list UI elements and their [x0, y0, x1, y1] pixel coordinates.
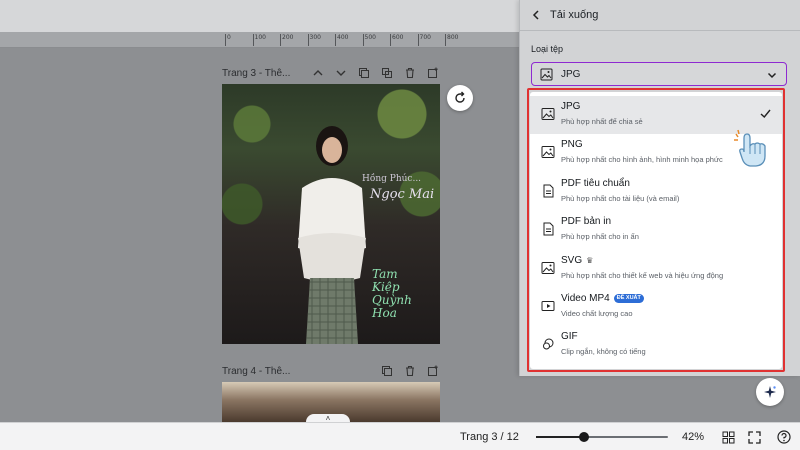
ruler-tick: 700 — [417, 34, 431, 46]
document-icon — [543, 184, 554, 198]
page-3-label[interactable]: Trang 3 - Thê... — [222, 68, 290, 79]
page-4-label[interactable]: Trang 4 - Thê... — [222, 366, 290, 377]
file-type-option-svg[interactable]: SVG ♛ Phù hợp nhất cho thiết kế web và hiệ… — [530, 250, 782, 288]
file-type-option-pdf-tiêu-chuẩn[interactable]: PDF tiêu chuẩn Phù hợp nhất cho tài liệu … — [530, 173, 782, 211]
download-panel-title: Tải xuống — [550, 9, 599, 21]
file-type-option-name: PDF bản in — [561, 216, 612, 228]
file-type-option-description: Phù hợp nhất để chia sẻ — [561, 117, 643, 126]
file-type-option-description: Phù hợp nhất cho hình ảnh, hình minh họa… — [561, 155, 723, 165]
portrait-photo — [298, 126, 366, 344]
refresh-icon — [455, 91, 465, 103]
pointing-hand-cursor-icon — [734, 129, 766, 167]
image-icon — [540, 68, 553, 81]
ruler-tick: 300 — [307, 34, 321, 46]
video-icon — [541, 301, 555, 311]
recommended-badge: ĐỀ XUẤT — [613, 294, 644, 303]
duplicate-icon[interactable] — [357, 66, 371, 80]
sparkle-icon — [764, 386, 776, 398]
file-type-option-description: Video chất lượng cao — [561, 309, 633, 318]
document-icon — [543, 222, 554, 236]
magic-assistant-button[interactable] — [756, 378, 784, 406]
duplicate-icon[interactable] — [380, 364, 394, 378]
file-type-option-gif[interactable]: GIF Clip ngắn, không có tiếng — [530, 326, 782, 364]
panel-divider — [520, 30, 800, 31]
ruler-tick: 100 — [252, 34, 266, 46]
file-type-option-title: PDF tiêu chuẩn — [561, 178, 630, 189]
rotate-button[interactable] — [447, 85, 473, 111]
artwork-caption-1: Hồng Phúc... — [362, 174, 422, 184]
zoom-slider[interactable] — [536, 432, 668, 442]
chevron-down-icon — [767, 72, 777, 79]
file-type-option-name: JPG — [561, 101, 581, 112]
page-4-header: Trang 4 - Thê... — [222, 362, 444, 380]
download-panel-header: Tải xuống — [520, 0, 800, 30]
ruler-tick: 600 — [389, 34, 404, 46]
file-type-option-title: JPG — [561, 101, 580, 112]
fullscreen-icon[interactable] — [746, 429, 762, 445]
zoom-level[interactable]: 42% — [682, 431, 704, 443]
zoom-slider-fill — [536, 436, 584, 438]
file-type-option-title: PNG — [561, 139, 583, 150]
page-indicator[interactable]: Trang 3 / 12 — [460, 431, 519, 443]
file-type-option-title: SVG ♛ — [561, 255, 593, 266]
ruler-tick: 0 — [225, 34, 231, 46]
back-arrow-icon[interactable] — [528, 7, 544, 23]
checkmark-icon — [760, 109, 771, 119]
file-type-option-name: Video MP4 — [561, 293, 610, 304]
chevron-down-icon[interactable] — [334, 66, 348, 80]
file-type-option-name: PDF tiêu chuẩn — [561, 177, 630, 189]
file-type-option-title: Video MP4 ĐỀ XUẤT — [561, 293, 644, 304]
trash-icon[interactable] — [403, 364, 417, 378]
file-type-option-title: PDF bản in — [561, 216, 611, 227]
crown-icon: ♛ — [586, 255, 594, 265]
file-type-option-description: Phù hợp nhất cho in ấn — [561, 232, 639, 242]
artwork-caption-3: Tam Kiệp Quỳnh Hoa — [372, 267, 412, 320]
file-type-option-description: Phù hợp nhất cho tài liệu (và email) — [561, 193, 680, 203]
image-icon — [541, 108, 555, 120]
file-type-option-name: PNG — [561, 139, 583, 151]
file-type-option-pdf-bản-in[interactable]: PDF bản in Phù hợp nhất cho in ấn — [530, 211, 782, 249]
ruler-tick: 500 — [362, 34, 376, 46]
image-icon — [541, 261, 555, 274]
trash-icon[interactable] — [403, 66, 417, 80]
chevron-up-icon[interactable] — [311, 66, 325, 80]
grid-view-icon[interactable] — [720, 429, 736, 445]
help-icon[interactable] — [776, 429, 792, 445]
ruler-tick: 800 — [444, 34, 459, 46]
file-type-selected-value: JPG — [561, 69, 581, 80]
file-type-select[interactable]: JPG — [531, 62, 787, 86]
ruler-tick: 400 — [334, 34, 349, 46]
add-page-icon[interactable] — [426, 66, 440, 80]
page-3-thumbnail[interactable]: Hồng Phúc... Ngọc Mai Tam Kiệp Quỳnh Hoa — [222, 84, 440, 344]
file-type-option-video-mp4[interactable]: Video MP4 ĐỀ XUẤT Video chất lượng cao — [530, 288, 782, 326]
image-icon — [541, 146, 555, 159]
artwork-caption-2: Ngọc Mai — [370, 187, 435, 202]
file-type-option-description: Phù hợp nhất cho thiết kế web và hiệu ứn… — [561, 270, 724, 280]
zoom-slider-thumb[interactable] — [578, 432, 589, 442]
page-3-header: Trang 3 - Thê... — [222, 64, 444, 82]
file-type-label: Loại tệp — [531, 44, 564, 54]
file-type-option-name: GIF — [561, 331, 578, 343]
file-type-option-name: SVG — [561, 254, 583, 266]
ruler-tick: 200 — [279, 34, 294, 46]
file-type-option-title: GIF — [561, 331, 578, 342]
copy-icon[interactable] — [380, 66, 394, 80]
bottom-status-bar: Trang 3 / 12 42% — [0, 422, 800, 450]
add-page-icon[interactable] — [426, 364, 440, 378]
gif-icon — [543, 338, 554, 350]
file-type-option-description: Clip ngắn, không có tiếng — [561, 347, 646, 357]
